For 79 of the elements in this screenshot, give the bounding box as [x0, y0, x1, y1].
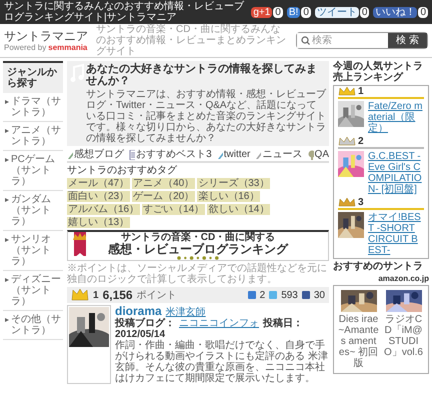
crown-icon: [338, 197, 356, 208]
powered-by-text: Powered by: [4, 43, 46, 52]
nav-link[interactable]: twitter: [216, 149, 250, 160]
product-link[interactable]: Dies irae ~Amantes amentes~ 初回版: [338, 314, 379, 369]
sidebar-link[interactable]: PCゲーム（サントラ）: [11, 154, 61, 187]
tag-chip[interactable]: 楽しい（16）: [197, 191, 260, 202]
post-date: 2012/05/14: [115, 329, 166, 340]
facebook-icon: [302, 291, 310, 299]
crown-icon: [338, 136, 356, 147]
share-count: 593: [281, 290, 298, 300]
sidebar-link[interactable]: アニメ（サントラ）: [11, 125, 61, 147]
note-text: ※ポイントは、ソーシャルメディアでの話題性などを元に独自のロジックで計算して表示しております。: [67, 263, 328, 285]
share-button[interactable]: ツイート: [314, 6, 359, 18]
crown-ribbon-icon: [72, 232, 86, 256]
logo-text: サントラマニア: [4, 29, 88, 43]
product-link[interactable]: オマイ!BEST -SHORT CIRCUIT BEST-: [368, 212, 424, 256]
section-title: サントラのおすすめタグ: [67, 165, 178, 176]
product-link[interactable]: ラジオCD「iM@STUDIO」vol.6: [383, 314, 424, 358]
rank-number: 1: [93, 290, 99, 300]
tag-chip[interactable]: 面白い（23）: [67, 191, 130, 202]
sidebar-link[interactable]: その他（サントラ）: [11, 314, 61, 336]
share-button[interactable]: B!: [286, 6, 300, 18]
hero-heading: あなたの大好きなサントラの情報を探してみませんか？: [86, 63, 318, 87]
blog-link[interactable]: ニコニコインフォ: [179, 318, 259, 329]
points-value: 6,156: [102, 290, 133, 300]
meta-label: 投稿ブログ：: [115, 318, 175, 329]
points-unit: ポイント: [136, 290, 178, 300]
sidebar-link[interactable]: サンリオ（サントラ）: [11, 234, 61, 267]
share-count: 0: [418, 6, 428, 18]
tag-chip[interactable]: アニメ（40）: [132, 178, 196, 189]
share-count: 30: [314, 290, 325, 300]
best-icon: [129, 150, 136, 160]
amazon-logo-text: amazon.co.jp: [377, 274, 429, 283]
sidebar-link[interactable]: ドラマ（サントラ）: [11, 96, 61, 118]
tag-chip[interactable]: ゲーム（20）: [132, 191, 196, 202]
entry-text: 作詞・作曲・編曲・歌唱だけでなく、自身で手がけられる動画やイラストにも定評のある 米津玄師。そんな彼の貴重な原画を、ニコニコ本社はけカフェにて期間限定で展示いたします。: [115, 340, 329, 384]
meta-label: 投稿日：: [263, 318, 303, 329]
sidebar-title: ジャンルから探す: [3, 61, 63, 93]
share-button[interactable]: g+1: [251, 6, 272, 18]
rank-number: 2: [358, 136, 364, 147]
banner-title: 感想・レビューブログランキング: [108, 243, 288, 256]
share-count: 2: [260, 290, 266, 300]
tag-chip[interactable]: シリーズ（33）: [197, 178, 270, 189]
qa-icon: [308, 150, 314, 160]
tag-chip[interactable]: メール（47）: [67, 178, 130, 189]
tag-chip[interactable]: 嬉しい（13）: [67, 217, 130, 228]
tag-chip[interactable]: アルバム（16）: [67, 204, 140, 215]
sidebar-link[interactable]: ガンダム（サントラ）: [11, 194, 61, 227]
dots-ornament-icon: [176, 256, 220, 260]
rank-number: 1: [358, 86, 364, 97]
tag-chip[interactable]: すごい（14）: [142, 204, 206, 215]
share-count: 0: [301, 6, 311, 18]
section-title: 今週の人気サントラ売上ランキング: [333, 61, 424, 83]
search-icon: [301, 36, 310, 45]
banner-subtitle: サントラの音楽・CD・曲に関する: [120, 232, 276, 243]
nav-link[interactable]: ニュース: [255, 149, 302, 160]
nav-link[interactable]: 感想ブログ: [67, 149, 124, 160]
search-box[interactable]: 検索 検 索: [296, 32, 428, 49]
rank-number: 3: [358, 197, 364, 208]
product-link[interactable]: G.C.BEST -Eve Girl's COMPILATION- [初回盤]: [368, 151, 424, 195]
brand-text: semmania: [48, 43, 88, 52]
nav-link[interactable]: QA: [308, 149, 329, 160]
tagline: サントラの音楽・CD・曲に関するみんなのおすすめ情報・レビューまとめランキングサイト: [96, 24, 287, 57]
tag-chip[interactable]: 欲しい（14）: [207, 204, 270, 215]
crown-icon: [71, 288, 89, 302]
artist-link[interactable]: 米津玄師: [166, 307, 206, 318]
section-title: おすすめのサントラ: [333, 261, 423, 272]
hatena-icon: [248, 291, 256, 299]
nav-link[interactable]: おすすめベスト3: [129, 149, 212, 160]
share-count: 0: [360, 6, 370, 18]
site-title: サントラに関するみんなのおすすめ情報・レビューブログランキングサイト|サントラマニア: [4, 1, 245, 23]
share-count: 0: [273, 6, 283, 18]
product-link[interactable]: Fate/Zero material（限定）: [368, 101, 424, 134]
sidebar-link[interactable]: ディズニー（サントラ）: [11, 274, 61, 307]
search-button[interactable]: 検 索: [388, 33, 427, 48]
entry-title-link[interactable]: diorama: [115, 305, 162, 318]
hero-text: サントラマニアは、おすすめ情報・感想・レビューブログ・Twitter・ニュース・Q&Aなど、話題になっている口コミ・記事をまとめた音楽のランキングサイトです。様々な切り口から、あなたの大好きなサントラの情報を探してみませんか？: [86, 89, 326, 144]
search-field[interactable]: 検索: [312, 35, 382, 46]
share-button[interactable]: いいね！: [373, 6, 418, 18]
